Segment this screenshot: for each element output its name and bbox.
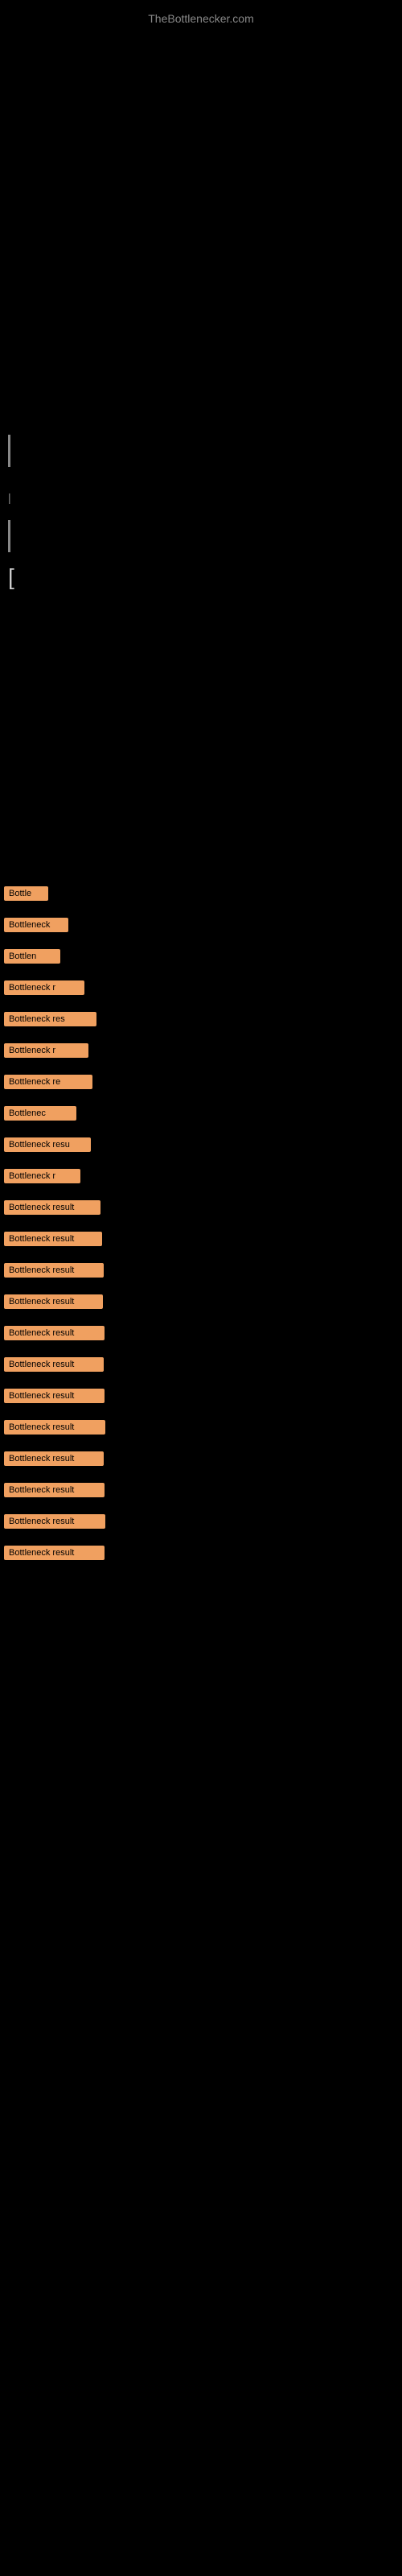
bottleneck-row: Bottleneck result xyxy=(4,1482,398,1504)
bottleneck-result-badge[interactable]: Bottleneck result xyxy=(4,1357,104,1372)
bottleneck-result-badge[interactable]: Bottlenec xyxy=(4,1106,76,1121)
bottleneck-result-badge[interactable]: Bottle xyxy=(4,886,48,901)
bottleneck-row: Bottleneck result xyxy=(4,1262,398,1284)
bottleneck-row: Bottleneck xyxy=(4,917,398,939)
bottleneck-result-badge[interactable]: Bottleneck result xyxy=(4,1263,104,1278)
chart-area xyxy=(0,0,402,402)
bottleneck-result-badge[interactable]: Bottleneck res xyxy=(4,1012,96,1026)
bracket-symbol: [ xyxy=(8,564,394,590)
bottleneck-row: Bottleneck res xyxy=(4,1011,398,1033)
bottleneck-row: Bottleneck result xyxy=(4,1356,398,1378)
bottleneck-row: Bottleneck r xyxy=(4,1168,398,1190)
bottleneck-result-badge[interactable]: Bottleneck r xyxy=(4,1169,80,1183)
bottleneck-row: Bottle xyxy=(4,886,398,907)
bottleneck-row: Bottleneck result xyxy=(4,1513,398,1535)
bottleneck-result-badge[interactable]: Bottleneck result xyxy=(4,1420,105,1435)
bottleneck-row: Bottleneck result xyxy=(4,1451,398,1472)
bottleneck-result-badge[interactable]: Bottleneck re xyxy=(4,1075,92,1089)
site-title: TheBottlenecker.com xyxy=(0,4,402,33)
bottleneck-result-badge[interactable]: Bottleneck result xyxy=(4,1483,105,1497)
bottleneck-result-badge[interactable]: Bottleneck resu xyxy=(4,1137,91,1152)
bottleneck-result-badge[interactable]: Bottleneck result xyxy=(4,1200,100,1215)
bottleneck-result-badge[interactable]: Bottleneck result xyxy=(4,1389,105,1403)
bottleneck-result-badge[interactable]: Bottleneck xyxy=(4,918,68,932)
bottleneck-row: Bottleneck result xyxy=(4,1231,398,1253)
bottleneck-result-badge[interactable]: Bottleneck result xyxy=(4,1451,104,1466)
section-text-1: | xyxy=(8,475,394,512)
bottleneck-row: Bottlen xyxy=(4,948,398,970)
bottleneck-row: Bottleneck resu xyxy=(4,1137,398,1158)
vertical-line-1 xyxy=(8,435,10,467)
bottleneck-result-badge[interactable]: Bottleneck r xyxy=(4,980,84,995)
bottleneck-items-container: Bottle Bottleneck Bottlen Bottleneck r Bottl… xyxy=(0,886,402,1576)
bottleneck-row: Bottleneck result xyxy=(4,1294,398,1315)
bottleneck-row: Bottleneck r xyxy=(4,980,398,1001)
vertical-line-2 xyxy=(8,520,10,552)
bottleneck-result-badge[interactable]: Bottleneck result xyxy=(4,1294,103,1309)
bottleneck-row: Bottleneck re xyxy=(4,1074,398,1096)
bottleneck-row: Bottleneck result xyxy=(4,1199,398,1221)
bottleneck-result-badge[interactable]: Bottleneck result xyxy=(4,1326,105,1340)
bottleneck-row: Bottleneck result xyxy=(4,1545,398,1567)
bottleneck-result-badge[interactable]: Bottleneck result xyxy=(4,1514,105,1529)
bottleneck-result-badge[interactable]: Bottlen xyxy=(4,949,60,964)
bottleneck-row: Bottleneck result xyxy=(4,1325,398,1347)
bottleneck-row: Bottleneck r xyxy=(4,1042,398,1064)
bottleneck-result-badge[interactable]: Bottleneck result xyxy=(4,1546,105,1560)
bottleneck-row: Bottleneck result xyxy=(4,1419,398,1441)
bottleneck-result-badge[interactable]: Bottleneck r xyxy=(4,1043,88,1058)
bottleneck-result-badge[interactable]: Bottleneck result xyxy=(4,1232,102,1246)
bottleneck-row: Bottlenec xyxy=(4,1105,398,1127)
bottleneck-row: Bottleneck result xyxy=(4,1388,398,1410)
